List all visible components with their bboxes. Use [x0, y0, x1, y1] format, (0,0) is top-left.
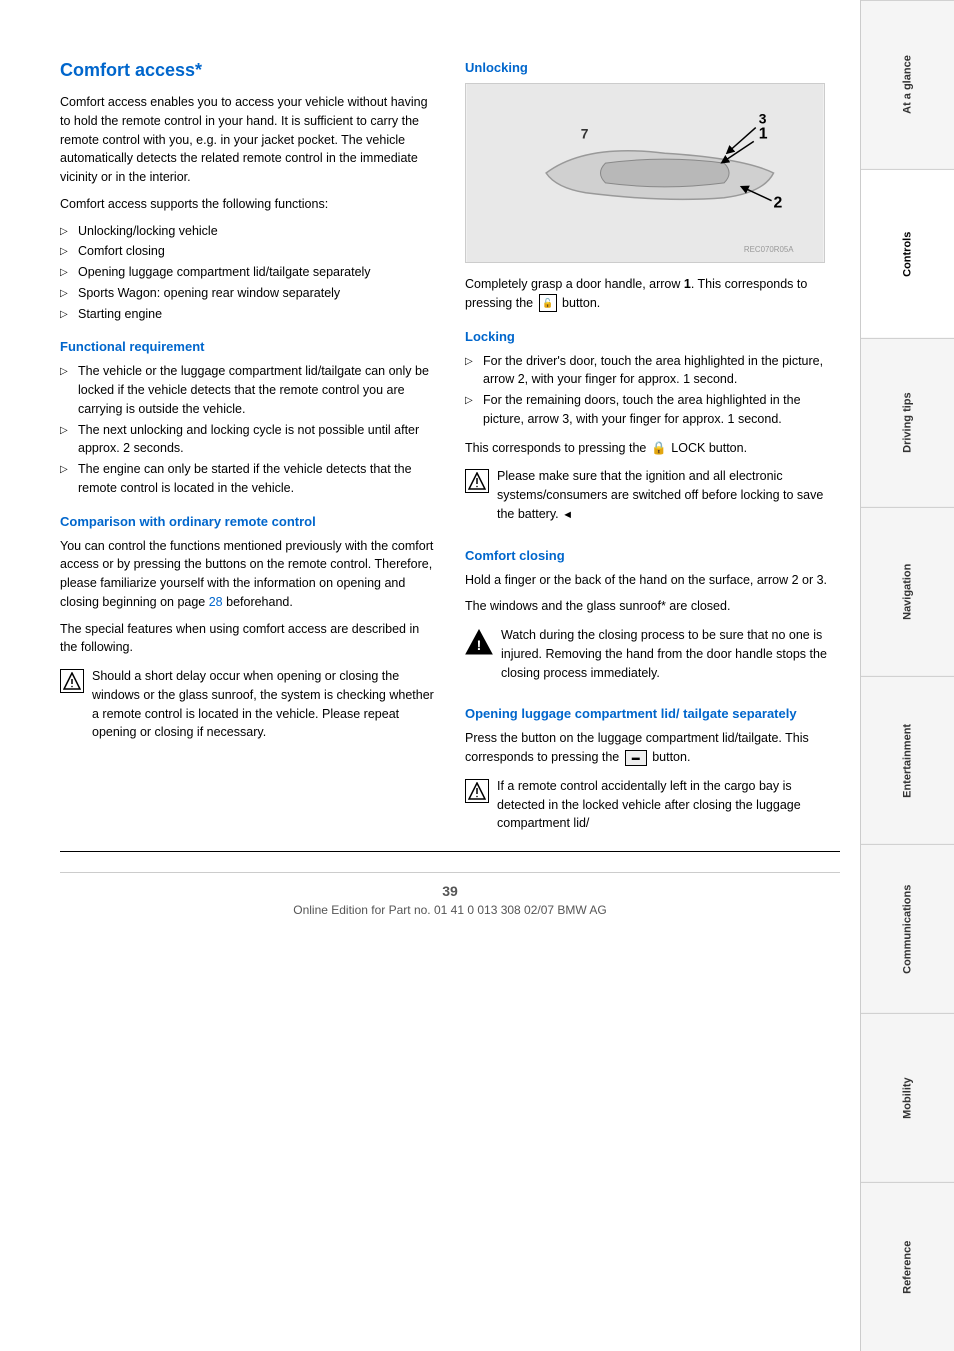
sidebar-tab-communications[interactable]: Communications — [861, 844, 954, 1013]
warning-text: Watch during the closing process to be s… — [501, 626, 840, 682]
svg-text:2: 2 — [774, 195, 783, 212]
sidebar-tab-driving-tips[interactable]: Driving tips — [861, 338, 954, 507]
note-text-left: Should a short delay occur when opening … — [92, 667, 435, 742]
list-item: For the remaining doors, touch the area … — [465, 391, 840, 429]
unlock-button-icon: 🔓 — [539, 294, 557, 312]
locking-text: This corresponds to pressing the 🔒 LOCK … — [465, 439, 840, 458]
svg-text:1: 1 — [759, 125, 768, 142]
note-icon-luggage — [465, 779, 489, 803]
note-text-locking: Please make sure that the ignition and a… — [497, 467, 840, 523]
svg-text:!: ! — [477, 637, 482, 653]
sidebar-tab-at-a-glance[interactable]: At a glance — [861, 0, 954, 169]
comfort-closing-heading: Comfort closing — [465, 548, 840, 563]
locking-list: For the driver's door, touch the area hi… — [465, 352, 840, 429]
footer-divider — [60, 851, 840, 852]
two-column-layout: Comfort access* Comfort access enables y… — [60, 60, 840, 851]
opening-luggage-text1: Press the button on the luggage compartm… — [465, 729, 840, 767]
unlocking-heading: Unlocking — [465, 60, 840, 75]
note-box-locking: Please make sure that the ignition and a… — [465, 467, 840, 531]
list-item: For the driver's door, touch the area hi… — [465, 352, 840, 390]
list-item: The next unlocking and locking cycle is … — [60, 421, 435, 459]
note-icon-locking — [465, 469, 489, 493]
sidebar-tab-mobility[interactable]: Mobility — [861, 1013, 954, 1182]
warning-box: ! Watch during the closing process to be… — [465, 626, 840, 690]
svg-text:3: 3 — [759, 111, 767, 127]
sidebar-tab-reference[interactable]: Reference — [861, 1182, 954, 1351]
svg-text:7: 7 — [581, 125, 589, 141]
main-heading: Comfort access* — [60, 60, 435, 81]
page-number: 39 — [60, 883, 840, 899]
functional-requirement-list: The vehicle or the luggage compartment l… — [60, 362, 435, 497]
comfort-closing-text1: Hold a finger or the back of the hand on… — [465, 571, 840, 590]
page-28-link[interactable]: 28 — [209, 595, 223, 609]
list-item: The engine can only be started if the ve… — [60, 460, 435, 498]
list-item: Sports Wagon: opening rear window separa… — [60, 284, 435, 303]
page-wrapper: Comfort access* Comfort access enables y… — [0, 0, 954, 1351]
list-item: The vehicle or the luggage compartment l… — [60, 362, 435, 418]
luggage-button-icon: ▬ — [625, 750, 647, 766]
list-item: Opening luggage compartment lid/tailgate… — [60, 263, 435, 282]
sidebar-tab-navigation[interactable]: Navigation — [861, 507, 954, 676]
main-content: Comfort access* Comfort access enables y… — [0, 0, 860, 1351]
unlocking-text: Completely grasp a door handle, arrow 1.… — [465, 275, 840, 313]
list-item: Starting engine — [60, 305, 435, 324]
functional-requirement-heading: Functional requirement — [60, 339, 435, 354]
right-column: Unlocking 1 2 — [465, 60, 840, 851]
svg-text:REC070R05A: REC070R05A — [744, 245, 794, 254]
footer-text: Online Edition for Part no. 01 41 0 013 … — [293, 903, 607, 917]
page-footer: 39 Online Edition for Part no. 01 41 0 0… — [60, 872, 840, 937]
functions-intro: Comfort access supports the following fu… — [60, 195, 435, 214]
note-text-luggage: If a remote control accidentally left in… — [497, 777, 840, 833]
sidebar-tab-controls[interactable]: Controls — [861, 169, 954, 338]
lock-circle-icon: 🔒 — [651, 440, 667, 456]
left-column: Comfort access* Comfort access enables y… — [60, 60, 435, 851]
comparison-text1: You can control the functions mentioned … — [60, 537, 435, 612]
comparison-heading: Comparison with ordinary remote control — [60, 514, 435, 529]
list-item: Comfort closing — [60, 242, 435, 261]
sidebar-tab-entertainment[interactable]: Entertainment — [861, 676, 954, 845]
note-box-left: Should a short delay occur when opening … — [60, 667, 435, 750]
list-item: Unlocking/locking vehicle — [60, 222, 435, 241]
comparison-text2: The special features when using comfort … — [60, 620, 435, 658]
note-icon — [60, 669, 84, 693]
functions-list: Unlocking/locking vehicle Comfort closin… — [60, 222, 435, 324]
opening-luggage-heading: Opening luggage compartment lid/ tailgat… — [465, 706, 840, 721]
back-symbol: ◄ — [562, 509, 573, 521]
comfort-closing-text2: The windows and the glass sunroof* are c… — [465, 597, 840, 616]
door-image: 1 2 3 REC070R05A — [465, 83, 825, 263]
sidebar: At a glance Controls Driving tips Naviga… — [860, 0, 954, 1351]
intro-text: Comfort access enables you to access you… — [60, 93, 435, 187]
note-box-luggage: If a remote control accidentally left in… — [465, 777, 840, 841]
locking-heading: Locking — [465, 329, 840, 344]
warning-triangle-icon: ! — [465, 628, 493, 656]
